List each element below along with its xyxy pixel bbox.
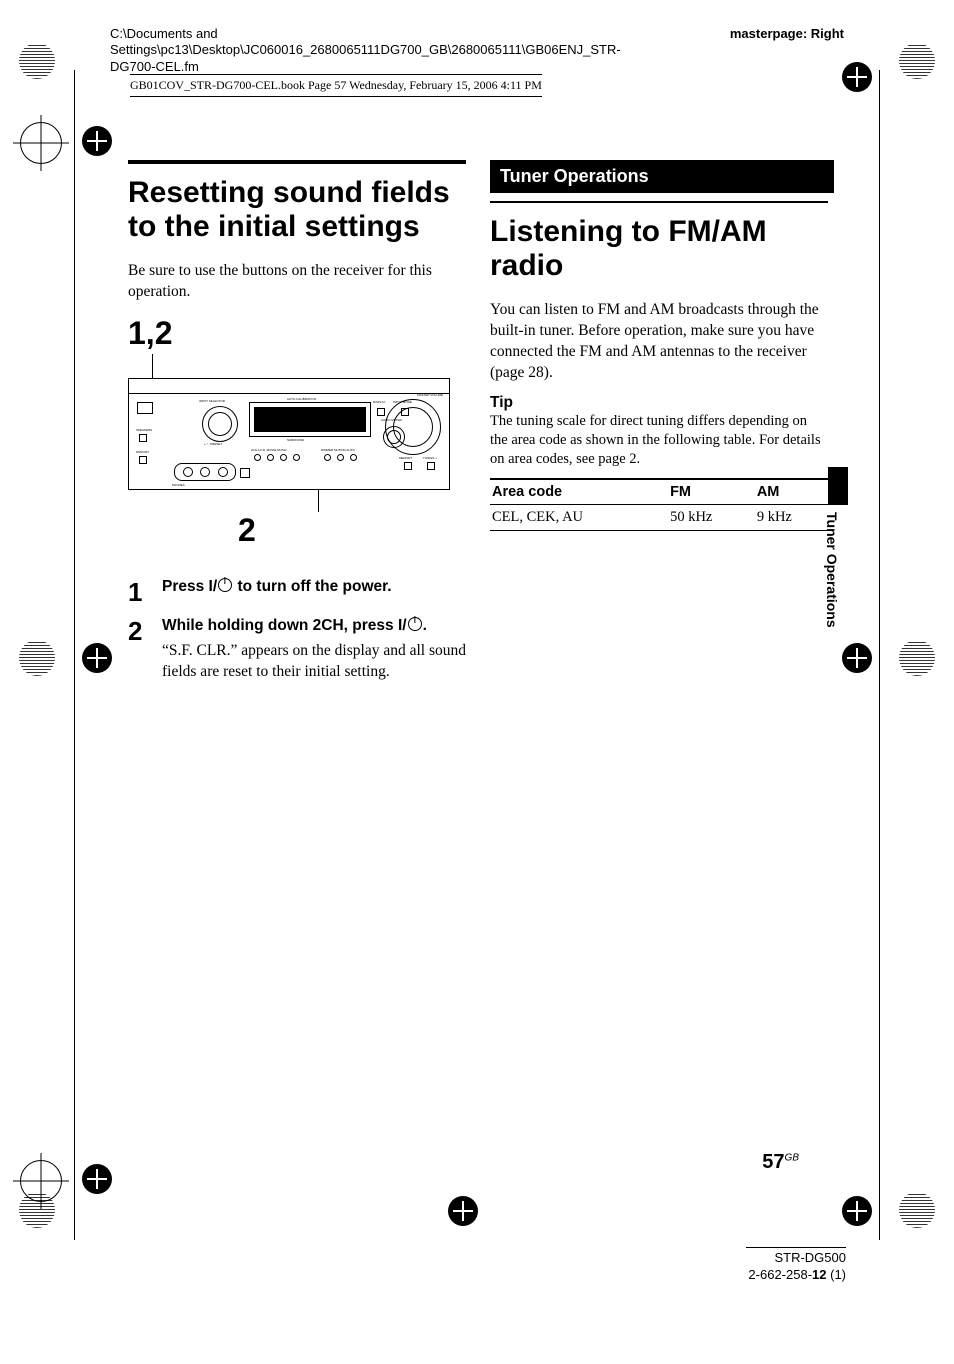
rcv-jacks — [174, 463, 236, 481]
rcv-misc-row — [324, 454, 357, 461]
tip-body: The tuning scale for direct tuning diffe… — [490, 412, 828, 469]
file-path: C:\Documents and Settings\pc13\Desktop\J… — [110, 26, 660, 75]
power-icon — [218, 578, 232, 592]
left-heading: Resetting sound fields to the initial se… — [128, 160, 466, 243]
th-fm: FM — [668, 479, 755, 505]
rcv-sound-field-row — [254, 454, 300, 461]
rcv-input-knob — [202, 406, 238, 442]
footer-block: STR-DG500 2-662-258-12 (1) — [746, 1247, 846, 1284]
reg-cross-t — [82, 126, 112, 156]
rcv-volume-knob — [385, 399, 441, 455]
page-number: 57GB — [762, 1151, 799, 1174]
footer-model: STR-DG500 — [746, 1250, 846, 1267]
tuning-table: Area code FM AM CEL, CEK, AU 50 kHz 9 kH… — [490, 478, 828, 531]
right-intro: You can listen to FM and AM broadcasts t… — [490, 300, 828, 384]
reg-hatch-tr — [899, 43, 935, 79]
reg-circ-top — [20, 122, 62, 164]
reg-hatch-mr — [899, 640, 935, 676]
side-tab-label: Tuner Operations — [824, 512, 840, 628]
power-icon — [408, 617, 422, 631]
right-heading: Listening to FM/AM radio — [490, 201, 828, 282]
reg-hatch-tl — [19, 43, 55, 79]
callout-top: 1,2 — [128, 315, 466, 352]
reg-circ-bot — [20, 1160, 62, 1202]
callout-bottom: 2 — [238, 512, 398, 549]
rcv-speakers-toggle — [139, 434, 147, 442]
cutline-left — [74, 70, 75, 1240]
side-tab — [828, 467, 848, 505]
left-intro: Be sure to use the buttons on the receiv… — [128, 261, 466, 303]
reg-hatch-ml — [19, 640, 55, 676]
step-2-title: While holding down 2CH, press I/. — [162, 616, 466, 637]
step-2-num: 2 — [128, 616, 152, 683]
page-info: GB01COV_STR-DG700-CEL.book Page 57 Wedne… — [130, 74, 542, 97]
callout-line-top — [152, 354, 153, 378]
masterpage-label: masterpage: Right — [730, 26, 844, 41]
rcv-display-btn — [377, 408, 385, 416]
step-2-body: “S.F. CLR.” appears on the display and a… — [162, 641, 466, 683]
rcv-tuning-btn — [427, 462, 435, 470]
reg-hatch-br — [899, 1192, 935, 1228]
step-1-num: 1 — [128, 577, 152, 608]
footer-docnum: 2-662-258-12 (1) — [746, 1267, 846, 1284]
reg-cross-br — [842, 1196, 872, 1226]
rcv-display — [249, 402, 371, 437]
rcv-dmport — [139, 456, 147, 464]
cutline-right — [879, 70, 880, 1240]
reg-cross-tr — [842, 62, 872, 92]
receiver-diagram: SPEAKERS DMPORT INPUT SELECTOR + / - PRE… — [128, 378, 450, 490]
reg-cross-mc — [448, 1196, 478, 1226]
th-area: Area code — [490, 479, 668, 505]
reg-cross-ml — [82, 643, 112, 673]
reg-cross-b — [82, 1164, 112, 1194]
chapter-bar: Tuner Operations — [490, 160, 834, 193]
rcv-memory-btn — [404, 462, 412, 470]
table-row: CEL, CEK, AU 50 kHz 9 kHz — [490, 505, 828, 531]
th-am: AM — [755, 479, 828, 505]
step-1-title: Press I/ to turn off the power. — [162, 577, 466, 598]
tip-heading: Tip — [490, 394, 828, 412]
rcv-sq — [240, 468, 250, 478]
reg-cross-mr — [842, 643, 872, 673]
callout-line-bottom — [318, 490, 319, 512]
